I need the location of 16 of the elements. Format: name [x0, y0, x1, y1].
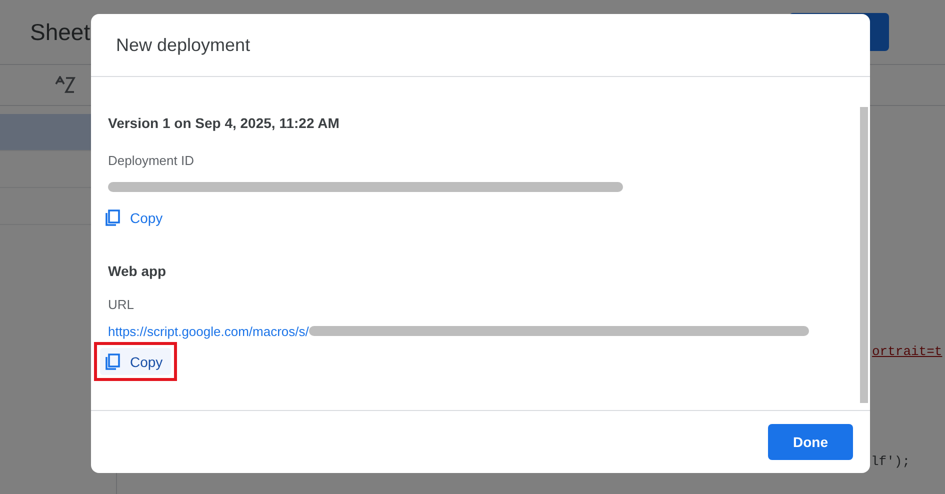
- done-button[interactable]: Done: [768, 424, 853, 460]
- code-text: lf');: [871, 454, 910, 469]
- field-label: URL: [108, 297, 136, 312]
- app-title: Sheet: [30, 18, 90, 46]
- copy-icon: [105, 209, 121, 226]
- version-heading: Version 1 on Sep 4, 2025, 11:22 AM: [108, 115, 340, 133]
- scrollbar[interactable]: [860, 107, 868, 403]
- sort-icon[interactable]: [54, 76, 76, 94]
- copy-icon: [105, 353, 121, 370]
- section-heading: Web app: [108, 263, 168, 279]
- dialog-title: New deployment: [116, 34, 250, 56]
- field-label: Deployment ID: [108, 153, 195, 168]
- url-link[interactable]: https://script.google.com/macros/s/: [108, 324, 309, 338]
- code-text: ortrait=t: [872, 344, 942, 359]
- copy-button[interactable]: Copy: [100, 348, 171, 375]
- copy-button[interactable]: Copy: [100, 204, 171, 231]
